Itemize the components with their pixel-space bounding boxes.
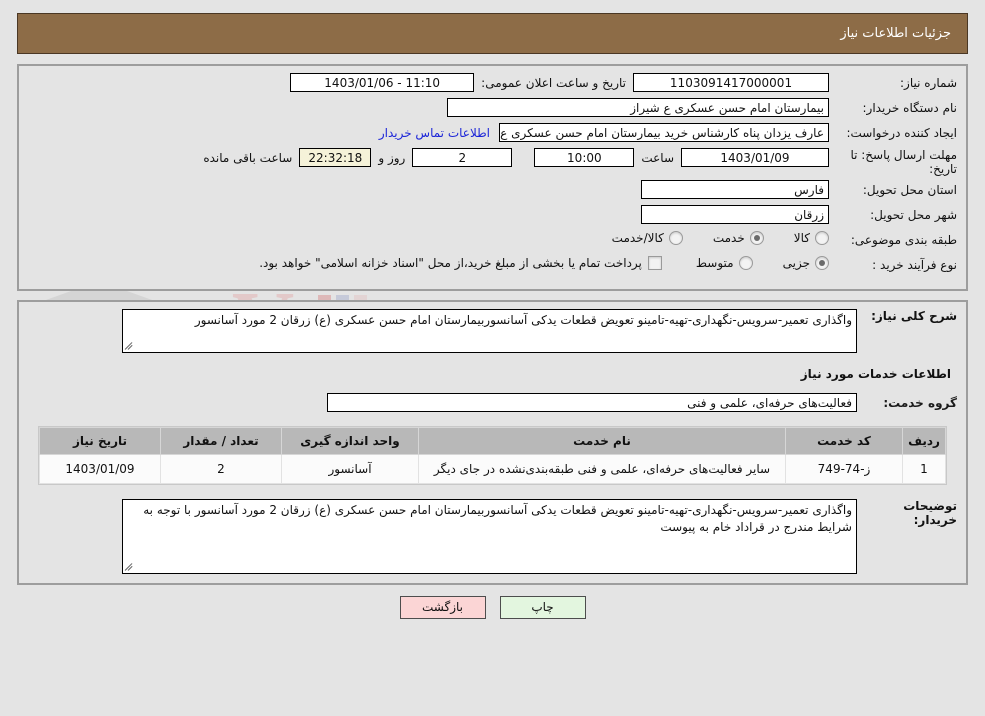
province-value: فارس — [641, 180, 829, 199]
row-creator: ایجاد کننده درخواست: عارف یزدان پناه کار… — [28, 123, 957, 144]
purchase-option-jozi[interactable]: جزیی — [783, 256, 829, 270]
radio-icon-selected[interactable] — [749, 231, 764, 245]
th-need-date: تاریخ نیاز — [39, 427, 161, 455]
cell-need-date: 1403/01/09 — [39, 454, 161, 484]
row-purchase-type: نوع فرآیند خرید : جزیی متوسط پرداخت تمام… — [28, 255, 957, 276]
resize-handle-icon[interactable] — [125, 342, 134, 351]
deadline-date-value: 1403/01/09 — [681, 148, 829, 167]
province-label: استان محل تحویل: — [862, 183, 957, 197]
deadline-label: مهلت ارسال پاسخ: تا تاریخ: — [850, 148, 957, 176]
deadline-time-value: 10:00 — [534, 148, 635, 167]
creator-label: ایجاد کننده درخواست: — [846, 126, 957, 140]
category-option-kala[interactable]: کالا — [794, 231, 829, 245]
resize-handle-icon[interactable] — [125, 563, 134, 572]
radio-icon[interactable] — [815, 231, 829, 245]
table-header-row: ردیف کد خدمت نام خدمت واحد اندازه گیری ت… — [39, 427, 946, 455]
cell-radif: 1 — [902, 454, 946, 484]
services-table: ردیف کد خدمت نام خدمت واحد اندازه گیری ت… — [39, 427, 946, 484]
action-button-bar: چاپ بازگشت — [0, 596, 985, 619]
print-button[interactable]: چاپ — [499, 596, 586, 619]
city-label: شهر محل تحویل: — [870, 208, 957, 222]
row-buyer-org: نام دستگاه خریدار: بیمارستان امام حسن عس… — [28, 98, 957, 119]
purchase-option-motevaset[interactable]: متوسط — [696, 256, 753, 270]
row-city: شهر محل تحویل: زرقان — [28, 205, 957, 226]
th-quantity: تعداد / مقدار — [160, 427, 282, 455]
category-label: طبقه بندی موضوعی: — [850, 233, 957, 247]
creator-value: عارف یزدان پناه کارشناس خرید بیمارستان ا… — [499, 123, 829, 142]
category-option-label: خدمت — [712, 231, 745, 245]
row-buyer-notes: توضیحات خریدار: واگذاری تعمیر-سرویس-نگهد… — [28, 499, 957, 574]
row-deadline: مهلت ارسال پاسخ: تا تاریخ: 1403/01/09 سا… — [28, 148, 957, 176]
category-radio-group: کالا خدمت کالا/خدمت — [582, 230, 829, 245]
category-option-khedmat[interactable]: خدمت — [713, 231, 764, 245]
need-number-label: شماره نیاز: — [900, 76, 957, 90]
general-info-panel: شماره نیاز: 1103091417000001 تاریخ و ساع… — [17, 64, 968, 291]
cell-service-name: سایر فعالیت‌های حرفه‌ای، علمی و فنی طبقه… — [418, 454, 786, 484]
checkbox-icon[interactable] — [647, 256, 662, 270]
services-table-wrapper: ردیف کد خدمت نام خدمت واحد اندازه گیری ت… — [38, 426, 947, 485]
deadline-countdown-value: 22:32:18 — [299, 148, 372, 167]
th-unit: واحد اندازه گیری — [281, 427, 419, 455]
th-service-name: نام خدمت — [418, 427, 786, 455]
buyer-notes-textarea[interactable]: واگذاری تعمیر-سرویس-نگهداری-تهیه-تامینو … — [122, 499, 857, 574]
row-service-group: گروه خدمت: فعالیت‌های حرفه‌ای، علمی و فن… — [28, 393, 957, 412]
buyer-org-label: نام دستگاه خریدار: — [862, 101, 958, 115]
service-group-label: گروه خدمت: — [883, 395, 957, 410]
category-option-kala-khedmat[interactable]: کالا/خدمت — [612, 231, 683, 245]
deadline-time-label: ساعت — [641, 151, 674, 165]
need-summary-label: شرح کلی نیاز: — [871, 309, 957, 323]
services-section-heading: اطلاعات خدمات مورد نیاز — [800, 367, 951, 381]
public-announce-value: 11:10 - 1403/01/06 — [290, 73, 475, 92]
service-group-value: فعالیت‌های حرفه‌ای، علمی و فنی — [327, 393, 857, 412]
category-option-label: کالا — [793, 231, 810, 245]
page-root: جزئیات اطلاعات نیاز شماره نیاز: 11030914… — [0, 13, 985, 619]
th-radif: ردیف — [902, 427, 946, 455]
treasury-docs-checkbox-row[interactable]: پرداخت تمام یا بخشی از مبلغ خرید،از محل … — [259, 256, 662, 270]
page-title: جزئیات اطلاعات نیاز — [840, 26, 951, 41]
back-button[interactable]: بازگشت — [399, 596, 486, 619]
cell-service-code: ز-74-749 — [785, 454, 903, 484]
page-header: جزئیات اطلاعات نیاز — [17, 13, 968, 54]
deadline-countdown-label: ساعت باقی مانده — [203, 151, 293, 165]
table-row: 1 ز-74-749 سایر فعالیت‌های حرفه‌ای، علمی… — [39, 454, 946, 484]
radio-icon[interactable] — [668, 231, 683, 245]
need-number-value: 1103091417000001 — [633, 73, 829, 92]
row-need-summary: شرح کلی نیاز: واگذاری تعمیر-سرویس-نگهدار… — [28, 309, 957, 353]
radio-icon[interactable] — [738, 256, 753, 270]
buyer-notes-label: توضیحات خریدار: — [903, 499, 957, 527]
buyer-notes-text: واگذاری تعمیر-سرویس-نگهداری-تهیه-تامینو … — [143, 503, 852, 534]
th-service-code: کد خدمت — [785, 427, 903, 455]
need-summary-text: واگذاری تعمیر-سرویس-نگهداری-تهیه-تامینو … — [194, 313, 852, 327]
treasury-docs-label: پرداخت تمام یا بخشی از مبلغ خرید،از محل … — [259, 256, 642, 270]
row-province: استان محل تحویل: فارس — [28, 180, 957, 201]
need-summary-textarea[interactable]: واگذاری تعمیر-سرویس-نگهداری-تهیه-تامینو … — [122, 309, 857, 353]
buyer-org-value: بیمارستان امام حسن عسکری ع شیراز — [447, 98, 829, 117]
deadline-days-label: روز و — [378, 151, 406, 165]
row-category: طبقه بندی موضوعی: کالا خدمت کالا/خدمت — [28, 230, 957, 251]
purchase-option-label: جزیی — [782, 256, 810, 270]
cell-unit: آسانسور — [281, 454, 419, 484]
purchase-type-label: نوع فرآیند خرید : — [872, 258, 957, 272]
deadline-days-value: 2 — [412, 148, 513, 167]
buyer-contact-link[interactable]: اطلاعات تماس خریدار — [370, 123, 499, 140]
category-option-label: کالا/خدمت — [611, 231, 664, 245]
public-announce-label: تاریخ و ساعت اعلان عمومی: — [481, 76, 626, 90]
purchase-option-label: متوسط — [695, 256, 734, 270]
city-value: زرقان — [641, 205, 829, 224]
purchase-type-radio-group: جزیی متوسط پرداخت تمام یا بخشی از مبلغ خ… — [259, 255, 829, 270]
radio-icon-selected[interactable] — [815, 256, 829, 270]
row-need-number: شماره نیاز: 1103091417000001 تاریخ و ساع… — [28, 73, 957, 94]
need-details-panel: شرح کلی نیاز: واگذاری تعمیر-سرویس-نگهدار… — [17, 300, 968, 585]
cell-quantity: 2 — [160, 454, 282, 484]
